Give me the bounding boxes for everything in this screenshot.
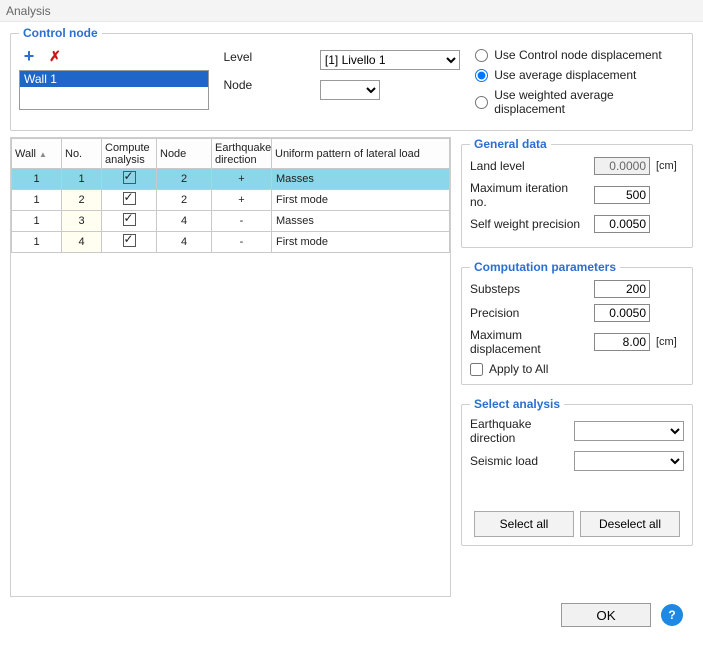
- cell-node[interactable]: 4: [157, 232, 212, 253]
- checkbox-icon[interactable]: [123, 192, 136, 205]
- self-weight-input[interactable]: [594, 215, 650, 233]
- node-label: Node: [223, 78, 311, 92]
- sort-asc-icon: ▲: [39, 150, 47, 159]
- cell-wall[interactable]: 1: [12, 190, 62, 211]
- max-iter-input[interactable]: [594, 186, 650, 204]
- help-icon[interactable]: ?: [661, 604, 683, 626]
- cell-compute[interactable]: [102, 169, 157, 190]
- table-row[interactable]: 144-First mode: [12, 232, 450, 253]
- add-button[interactable]: +: [19, 46, 39, 66]
- cell-compute[interactable]: [102, 232, 157, 253]
- apply-all-checkbox[interactable]: [470, 363, 483, 376]
- cell-eq[interactable]: +: [212, 169, 272, 190]
- eq-dir-select[interactable]: [574, 421, 684, 441]
- precision-input[interactable]: [594, 304, 650, 322]
- col-header-wall[interactable]: Wall▲: [12, 139, 62, 169]
- table-row[interactable]: 11 2+Masses: [12, 169, 450, 190]
- deselect-all-button[interactable]: Deselect all: [580, 511, 680, 537]
- wall-list-item[interactable]: Wall 1: [20, 71, 208, 87]
- select-analysis-legend: Select analysis: [470, 397, 564, 411]
- cell-pattern[interactable]: First mode: [272, 232, 450, 253]
- precision-label: Precision: [470, 306, 588, 320]
- checkbox-icon[interactable]: [123, 234, 136, 247]
- table-row[interactable]: 13 4-Masses: [12, 211, 450, 232]
- ok-button[interactable]: OK: [561, 603, 651, 627]
- cell-no[interactable]: 3: [62, 211, 102, 232]
- comp-params-group: Computation parameters Substeps Precisio…: [461, 260, 693, 385]
- apply-all-label: Apply to All: [489, 362, 548, 376]
- analysis-table[interactable]: Wall▲ No. Compute analysis Node Earthqua…: [11, 138, 450, 253]
- cell-eq[interactable]: -: [212, 232, 272, 253]
- close-icon[interactable]: [679, 0, 697, 21]
- land-level-label: Land level: [470, 159, 588, 173]
- substeps-label: Substeps: [470, 282, 588, 296]
- land-level-unit: [cm]: [656, 160, 684, 172]
- delete-x-icon: ✗: [49, 48, 61, 65]
- cell-wall[interactable]: 1: [12, 169, 62, 190]
- cell-pattern[interactable]: First mode: [272, 190, 450, 211]
- cell-pattern[interactable]: Masses: [272, 211, 450, 232]
- cell-no[interactable]: 1: [62, 169, 102, 190]
- seismic-load-select[interactable]: [574, 451, 684, 471]
- delete-button[interactable]: ✗: [45, 46, 65, 66]
- max-iter-label: Maximum iteration no.: [470, 181, 588, 209]
- cell-compute[interactable]: [102, 211, 157, 232]
- level-label: Level: [223, 50, 311, 64]
- cell-wall[interactable]: 1: [12, 211, 62, 232]
- cell-compute[interactable]: [102, 190, 157, 211]
- cell-node[interactable]: 4: [157, 211, 212, 232]
- cell-eq[interactable]: -: [212, 211, 272, 232]
- col-header-compute[interactable]: Compute analysis: [102, 139, 157, 169]
- comp-params-legend: Computation parameters: [470, 260, 620, 274]
- checkbox-icon[interactable]: [123, 171, 136, 184]
- control-node-group: Control node + ✗ Wall 1 Level Node [1] L…: [10, 26, 693, 131]
- wall-list[interactable]: Wall 1: [19, 70, 209, 110]
- seismic-load-label: Seismic load: [470, 454, 568, 468]
- radio-weighted-avg-disp[interactable]: Use weighted average displacement: [475, 88, 684, 116]
- col-header-pattern[interactable]: Uniform pattern of lateral load: [272, 139, 450, 169]
- node-select[interactable]: [320, 80, 380, 100]
- cell-node[interactable]: 2: [157, 169, 212, 190]
- col-header-no[interactable]: No.: [62, 139, 102, 169]
- level-select[interactable]: [1] Livello 1: [320, 50, 460, 70]
- general-data-group: General data Land level [cm] Maximum ite…: [461, 137, 693, 248]
- col-header-eq[interactable]: Earthquake direction: [212, 139, 272, 169]
- eq-dir-label: Earthquake direction: [470, 417, 568, 445]
- col-header-node[interactable]: Node: [157, 139, 212, 169]
- land-level-input: [594, 157, 650, 175]
- cell-wall[interactable]: 1: [12, 232, 62, 253]
- cell-no[interactable]: 2: [62, 190, 102, 211]
- titlebar: Analysis: [0, 0, 703, 22]
- control-node-legend: Control node: [19, 26, 102, 40]
- select-analysis-group: Select analysis Earthquake direction Sei…: [461, 397, 693, 546]
- self-weight-label: Self weight precision: [470, 217, 588, 231]
- select-all-button[interactable]: Select all: [474, 511, 574, 537]
- max-disp-unit: [cm]: [656, 336, 684, 348]
- cell-eq[interactable]: +: [212, 190, 272, 211]
- cell-no[interactable]: 4: [62, 232, 102, 253]
- substeps-input[interactable]: [594, 280, 650, 298]
- radio-control-node-disp[interactable]: Use Control node displacement: [475, 48, 684, 62]
- cell-node[interactable]: 2: [157, 190, 212, 211]
- analysis-table-wrap: Wall▲ No. Compute analysis Node Earthqua…: [10, 137, 451, 597]
- general-data-legend: General data: [470, 137, 551, 151]
- checkbox-icon[interactable]: [123, 213, 136, 226]
- max-disp-label: Maximum displacement: [470, 328, 588, 356]
- max-disp-input[interactable]: [594, 333, 650, 351]
- radio-avg-disp[interactable]: Use average displacement: [475, 68, 684, 82]
- cell-pattern[interactable]: Masses: [272, 169, 450, 190]
- plus-icon: +: [24, 49, 35, 63]
- window-title: Analysis: [6, 0, 51, 21]
- table-row[interactable]: 122+First mode: [12, 190, 450, 211]
